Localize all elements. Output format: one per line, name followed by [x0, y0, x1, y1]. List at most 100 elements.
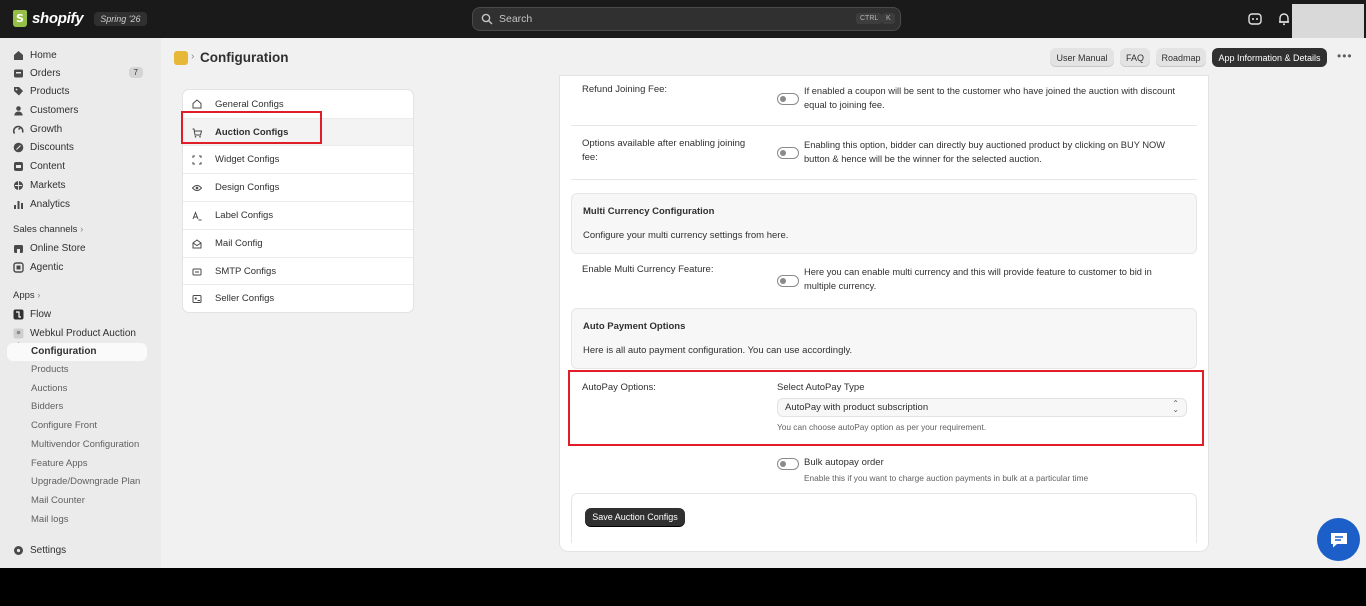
version-badge: Spring '26 — [94, 11, 147, 26]
setting-label: Refund Joining Fee: — [582, 84, 668, 95]
store-switcher-icon[interactable] — [1247, 11, 1263, 27]
menu-item-label: SMTP Configs — [215, 266, 277, 277]
multi-currency-toggle[interactable] — [777, 275, 799, 287]
gear-icon — [14, 545, 23, 555]
auto-payment-section: Auto Payment Options Here is all auto pa… — [571, 308, 1197, 369]
more-actions-icon[interactable]: ••• — [1337, 49, 1353, 63]
account-avatar[interactable] — [1292, 4, 1364, 38]
flow-icon — [13, 309, 24, 319]
refund-joining-fee-row: Refund Joining Fee: If enabled a coupon … — [571, 76, 1197, 126]
app-information-button[interactable]: App Information & Details — [1212, 48, 1327, 67]
auction-configs-card: Refund Joining Fee: If enabled a coupon … — [560, 76, 1208, 551]
eye-icon — [192, 184, 202, 191]
growth-icon — [13, 125, 24, 134]
bulk-autopay-description: Enable this if you want to charge auctio… — [804, 473, 1089, 483]
sidebar-item-analytics[interactable]: Analytics — [13, 195, 147, 213]
sidebar-sub-item-auctions[interactable]: Auctions — [31, 381, 67, 397]
buy-now-option-toggle[interactable] — [777, 147, 799, 159]
sidebar-item-agentic[interactable]: Agentic — [13, 258, 147, 276]
tag-icon — [14, 86, 23, 95]
sidebar-item-markets[interactable]: Markets — [13, 176, 147, 194]
sidebar-item-customers[interactable]: Customers — [13, 101, 147, 119]
autopay-type-select[interactable]: AutoPay with product subscription ⌃ ⌄ — [777, 398, 1187, 417]
menu-item-label-configs[interactable]: Label Configs — [183, 201, 413, 229]
sidebar-sub-item-multivendor[interactable]: Multivendor Configuration — [31, 437, 139, 453]
globe-icon — [14, 180, 23, 190]
section-subtitle: Here is all auto payment configuration. … — [583, 345, 853, 356]
menu-item-seller-configs[interactable]: Seller Configs — [183, 284, 413, 312]
cart-icon — [192, 128, 202, 138]
chat-button[interactable] — [1317, 518, 1360, 561]
faq-button[interactable]: FAQ — [1120, 48, 1150, 67]
search-icon — [481, 13, 493, 25]
sidebar-label: Products — [30, 85, 70, 97]
menu-item-label: Widget Configs — [215, 154, 280, 165]
sidebar-label: Customers — [30, 104, 79, 116]
sidebar-item-content[interactable]: Content — [13, 157, 147, 175]
search-placeholder: Search — [499, 13, 533, 25]
shortcut-ctrl: CTRL — [856, 13, 883, 24]
brand-name: shopify — [32, 10, 84, 27]
select-chevron-icon: ⌃ ⌄ — [1172, 399, 1179, 414]
menu-item-general-configs[interactable]: General Configs — [183, 90, 413, 118]
frame-icon — [192, 155, 202, 164]
menu-item-label: Seller Configs — [215, 293, 275, 304]
sidebar-label: Online Store — [30, 242, 86, 254]
search-input[interactable]: Search CTRL K — [472, 7, 901, 31]
mail-icon — [192, 238, 202, 248]
home-icon — [14, 50, 23, 60]
sidebar-sub-item-configuration[interactable]: Configuration — [7, 343, 147, 361]
config-menu: General Configs Auction Configs Widget C… — [183, 90, 413, 312]
top-bar: shopify Spring '26 Search CTRL K — [0, 0, 1366, 38]
menu-item-auction-configs[interactable]: Auction Configs — [183, 118, 413, 146]
sidebar-item-growth[interactable]: Growth — [13, 120, 147, 138]
apps-heading[interactable]: Apps › — [13, 290, 40, 301]
setting-label: Enable Multi Currency Feature: — [582, 264, 714, 275]
sidebar-label: Discounts — [30, 141, 74, 153]
sidebar-item-discounts[interactable]: Discounts — [13, 138, 147, 156]
sales-channels-label: Sales channels — [13, 224, 78, 235]
sidebar-item-settings[interactable]: Settings — [13, 541, 147, 559]
sidebar-sub-item-configure-front[interactable]: Configure Front — [31, 418, 97, 434]
sidebar-item-webkul-product-auction[interactable]: Webkul Product Auction — [13, 324, 147, 342]
refund-joining-fee-toggle[interactable] — [777, 93, 799, 105]
apps-label: Apps — [13, 290, 35, 301]
sidebar-sub-item-mail-logs[interactable]: Mail logs — [31, 512, 69, 528]
sidebar-sub-item-mail-counter[interactable]: Mail Counter — [31, 493, 85, 509]
sales-channels-heading[interactable]: Sales channels › — [13, 224, 83, 235]
save-auction-configs-button[interactable]: Save Auction Configs — [585, 508, 685, 526]
shopify-logo[interactable]: shopify Spring '26 — [13, 10, 147, 27]
bulk-autopay-toggle[interactable] — [777, 458, 799, 470]
sidebar-label: Settings — [30, 544, 67, 556]
text-icon — [192, 210, 202, 220]
page-title: Configuration — [200, 50, 289, 65]
menu-item-smtp-configs[interactable]: SMTP Configs — [183, 257, 413, 285]
bell-icon[interactable] — [1276, 11, 1292, 27]
sidebar-item-online-store[interactable]: Online Store — [13, 239, 147, 257]
bottom-strip — [0, 568, 1366, 606]
user-manual-button[interactable]: User Manual — [1050, 48, 1114, 67]
sidebar-label: Content — [30, 160, 66, 172]
chat-bubble-icon — [1330, 532, 1347, 547]
sidebar-sub-item-products[interactable]: Products — [31, 362, 69, 378]
menu-item-widget-configs[interactable]: Widget Configs — [183, 145, 413, 173]
sidebar-sub-item-feature-apps[interactable]: Feature Apps — [31, 456, 88, 472]
sidebar-item-products[interactable]: Products — [13, 82, 147, 100]
sidebar-item-home[interactable]: Home — [13, 46, 147, 64]
sidebar-sub-item-upgrade-plan[interactable]: Upgrade/Downgrade Plan — [31, 474, 140, 490]
breadcrumb-chevron-icon: › — [191, 51, 195, 62]
app-icon — [13, 328, 24, 338]
store-icon — [14, 244, 23, 253]
sidebar-label: Flow — [30, 308, 52, 320]
menu-item-design-configs[interactable]: Design Configs — [183, 173, 413, 201]
sidebar-item-orders[interactable]: Orders 7 — [13, 64, 147, 82]
roadmap-button[interactable]: Roadmap — [1156, 48, 1206, 67]
orders-icon — [14, 69, 23, 77]
shopify-bag-icon — [13, 10, 27, 27]
sidebar-sub-item-bidders[interactable]: Bidders — [31, 399, 63, 415]
setting-description: Here you can enable multi currency and t… — [804, 267, 1152, 291]
home-outline-icon — [192, 99, 202, 109]
sidebar-item-flow[interactable]: Flow — [13, 305, 147, 323]
app-breadcrumb-icon[interactable] — [174, 51, 188, 65]
menu-item-mail-config[interactable]: Mail Config — [183, 229, 413, 257]
